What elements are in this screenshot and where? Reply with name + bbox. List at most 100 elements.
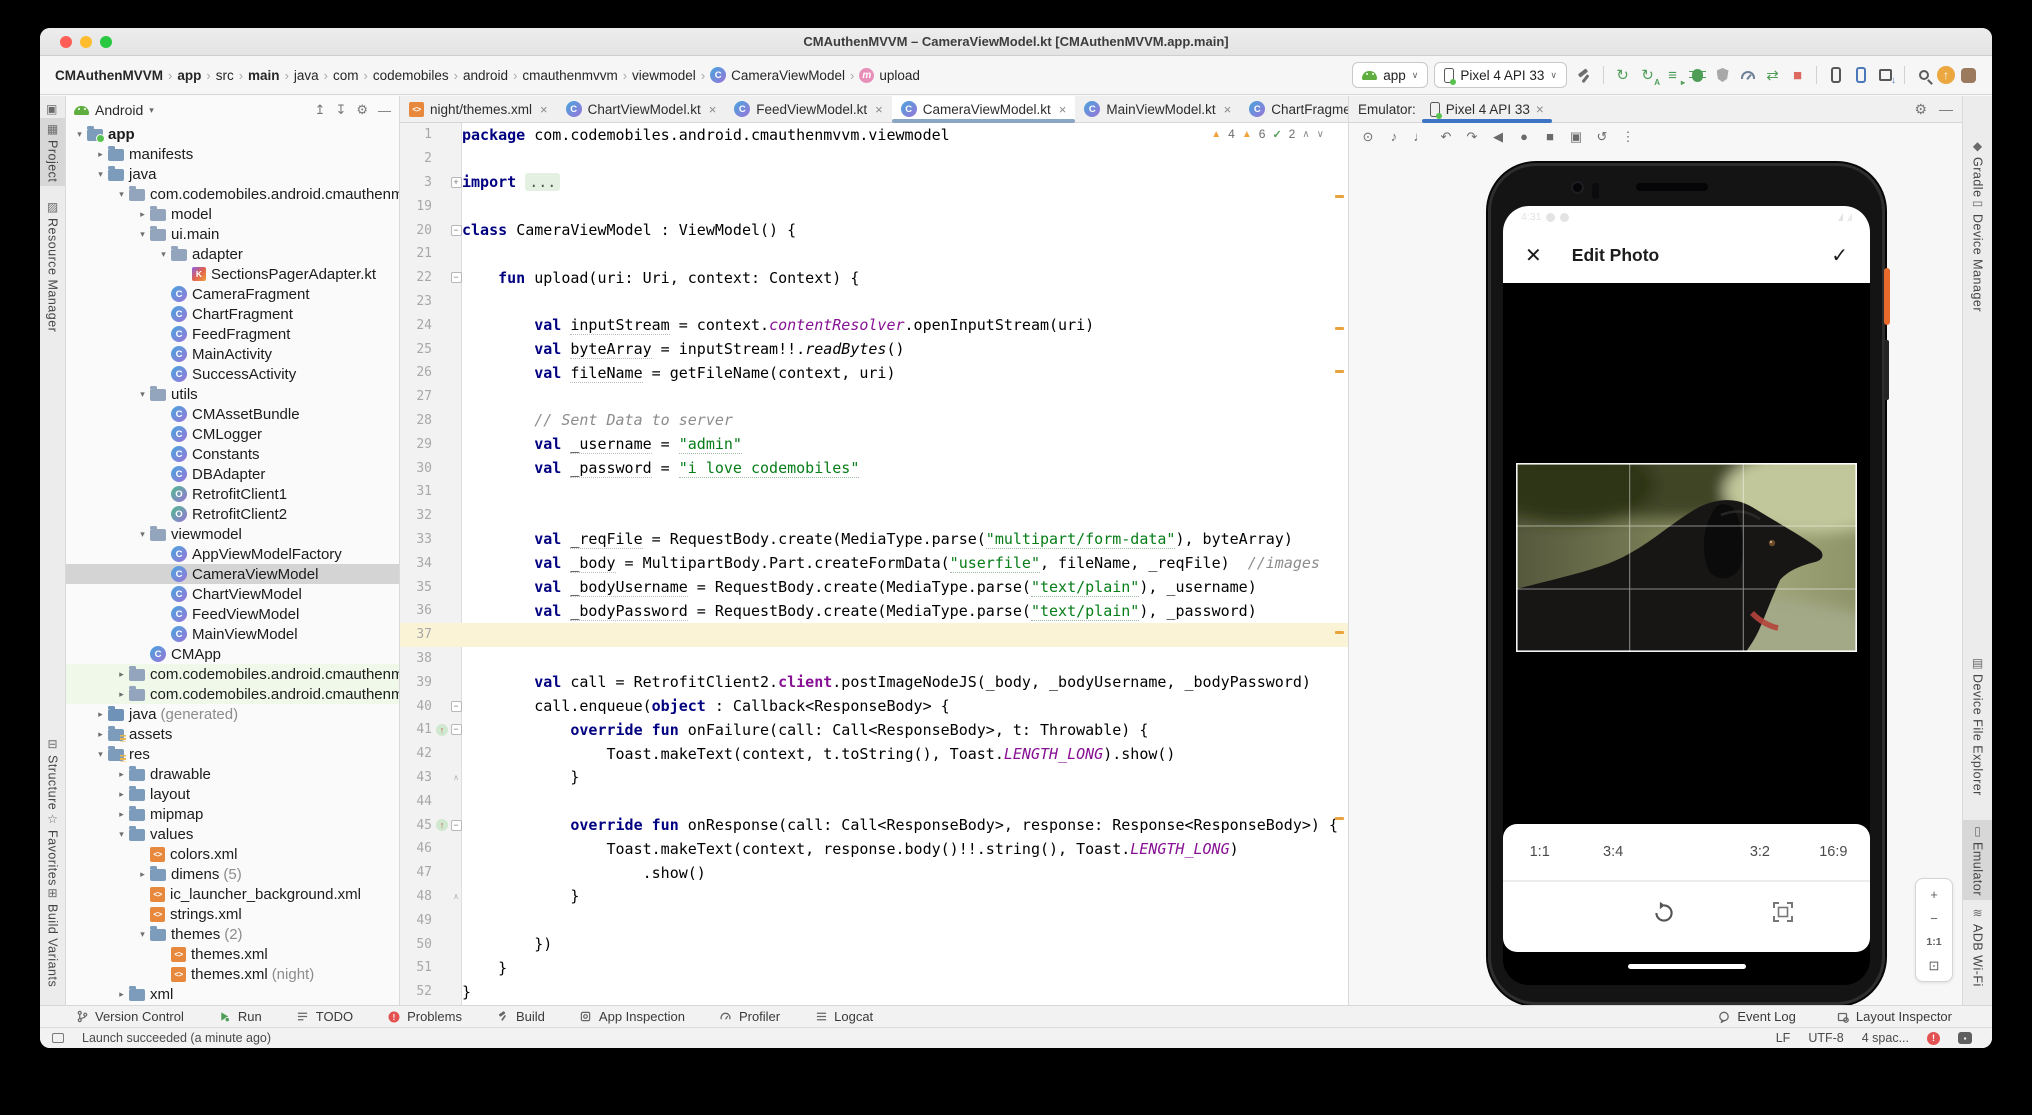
close-icon[interactable]: ×	[540, 102, 548, 117]
code-line-51[interactable]: 51 }	[400, 956, 1348, 980]
error-stripe-mark[interactable]	[1335, 370, 1344, 373]
error-stripe-mark[interactable]	[1335, 195, 1344, 198]
close-icon[interactable]: ×	[1536, 102, 1544, 117]
tree-item-retrofitclient1[interactable]: ORetrofitClient1	[66, 484, 399, 504]
tool-window-switcher-icon[interactable]: ▣	[46, 102, 57, 116]
tree-chevron-icon[interactable]: ▾	[156, 249, 171, 260]
code-line-28[interactable]: 28 // Sent Data to server	[400, 409, 1348, 433]
toolwindow-event-log[interactable]: Event Log	[1717, 1009, 1796, 1024]
code-line-43[interactable]: 43∧ }	[400, 766, 1348, 790]
tab-mainviewmodel-kt[interactable]: CMainViewModel.kt×	[1075, 96, 1240, 122]
code-line-37[interactable]: 37	[400, 623, 1348, 647]
tree-item-viewmodel[interactable]: ▾viewmodel	[66, 524, 399, 544]
zoom-reset-button[interactable]: 1:1	[1921, 931, 1947, 953]
overview-icon[interactable]: ■	[1541, 129, 1559, 144]
tab-chartviewmodel-kt[interactable]: CChartViewModel.kt×	[557, 96, 726, 122]
toolwindow-logcat[interactable]: Logcat	[814, 1009, 873, 1024]
tree-item-com-codemobiles-android-cmauthenmvvm[interactable]: ▾com.codemobiles.android.cmauthenmvvm	[66, 184, 399, 204]
code-line-40[interactable]: 40− call.enqueue(object : Callback<Respo…	[400, 694, 1348, 718]
tree-item-constants[interactable]: CConstants	[66, 444, 399, 464]
breadcrumb-cmauthenmvvm[interactable]: cmauthenmvvm	[519, 67, 620, 84]
code-line-41[interactable]: 41↑− override fun onFailure(call: Call<R…	[400, 718, 1348, 742]
tree-item-cmapp[interactable]: CCMApp	[66, 644, 399, 664]
left-strip-item-build-variants[interactable]: ⊞Build Variants	[40, 882, 65, 991]
code-line-34[interactable]: 34 val _body = MultipartBody.Part.create…	[400, 551, 1348, 575]
toolwindow-run[interactable]: Run	[218, 1009, 262, 1024]
tree-item-values[interactable]: ▾values	[66, 824, 399, 844]
tree-item-ic-launcher-background-xml[interactable]: <>ic_launcher_background.xml	[66, 884, 399, 904]
code-line-47[interactable]: 47 .show()	[400, 861, 1348, 885]
search-everywhere-icon[interactable]	[1912, 64, 1935, 86]
tree-item-mainviewmodel[interactable]: CMainViewModel	[66, 624, 399, 644]
tree-chevron-icon[interactable]: ▾	[114, 189, 129, 200]
close-icon[interactable]: ×	[709, 102, 717, 117]
fold-minus-icon[interactable]: −	[450, 701, 462, 712]
left-strip-item-structure[interactable]: ⊟Structure	[40, 733, 65, 814]
left-strip-item-resource-manager[interactable]: ▨Resource Manager	[40, 196, 65, 336]
tree-chevron-icon[interactable]: ▸	[114, 789, 129, 800]
breadcrumb-codemobiles[interactable]: codemobiles	[370, 67, 452, 84]
tree-chevron-icon[interactable]: ▸	[114, 769, 129, 780]
tree-item-dimens[interactable]: ▸dimens (5)	[66, 864, 399, 884]
tree-chevron-icon[interactable]: ▸	[114, 689, 129, 700]
fold-end-icon[interactable]: ∧	[450, 892, 462, 901]
run-config-selector[interactable]: app ∨	[1352, 62, 1428, 88]
power-icon[interactable]: ⊙	[1359, 129, 1377, 145]
tree-chevron-icon[interactable]: ▾	[135, 229, 150, 240]
apply-changes-restart-icon[interactable]: ↻	[1611, 64, 1634, 86]
breadcrumb-upload[interactable]: mupload	[856, 67, 923, 84]
status-lf[interactable]: LF	[1776, 1031, 1791, 1045]
home-indicator[interactable]	[1628, 964, 1746, 969]
tree-item-res[interactable]: ▾res	[66, 744, 399, 764]
tree-chevron-icon[interactable]: ▸	[114, 989, 129, 1000]
tree-chevron-icon[interactable]: ▾	[135, 529, 150, 540]
tree-item-mainactivity[interactable]: CMainActivity	[66, 344, 399, 364]
close-icon[interactable]: ×	[1059, 102, 1067, 117]
tree-chevron-icon[interactable]: ▾	[135, 929, 150, 940]
tree-item-successactivity[interactable]: CSuccessActivity	[66, 364, 399, 384]
code-line-2[interactable]: 2	[400, 147, 1348, 171]
tree-item-drawable[interactable]: ▸drawable	[66, 764, 399, 784]
tree-item-com-codemobiles-android-cmauthenmvvm[interactable]: ▸com.codemobiles.android.cmauthenmvvm	[66, 684, 399, 704]
right-strip-item-device-file-explorer[interactable]: ▤Device File Explorer	[1963, 652, 1992, 800]
home-icon[interactable]: ●	[1515, 129, 1533, 144]
tree-item-appviewmodelfactory[interactable]: CAppViewModelFactory	[66, 544, 399, 564]
volume-down-icon[interactable]: ♩	[1411, 129, 1429, 144]
toolwindow-layout-inspector[interactable]: Layout Inspector	[1836, 1009, 1952, 1024]
error-stripe-mark[interactable]	[1335, 631, 1344, 634]
code-line-3[interactable]: 3+import ...	[400, 171, 1348, 195]
breadcrumb-app[interactable]: app	[174, 67, 204, 84]
debug-icon[interactable]	[1686, 64, 1709, 86]
code-line-23[interactable]: 23	[400, 290, 1348, 314]
code-line-49[interactable]: 49	[400, 908, 1348, 932]
tree-item-cameraviewmodel[interactable]: CCameraViewModel	[66, 564, 399, 584]
close-button[interactable]: ✕	[1525, 243, 1542, 268]
status-utf-8[interactable]: UTF-8	[1808, 1031, 1843, 1045]
breadcrumb-java[interactable]: java	[291, 67, 322, 84]
tree-chevron-icon[interactable]: ▸	[135, 209, 150, 220]
tree-chevron-icon[interactable]: ▾	[135, 389, 150, 400]
toolwindow-todo[interactable]: TODO	[296, 1009, 353, 1024]
tree-item-mipmap[interactable]: ▸mipmap	[66, 804, 399, 824]
fold-minus-icon[interactable]: −	[450, 225, 462, 236]
zoom-fit-button[interactable]: ⊡	[1921, 955, 1947, 977]
status-window-icon[interactable]	[52, 1033, 64, 1043]
more-icon[interactable]: ⋮	[1619, 129, 1637, 145]
emulator-device-tab[interactable]: Pixel 4 API 33 ×	[1422, 96, 1552, 122]
error-badge-icon[interactable]: !	[1927, 1032, 1940, 1045]
tree-item-java[interactable]: ▾java	[66, 164, 399, 184]
tab-feedviewmodel-kt[interactable]: CFeedViewModel.kt×	[725, 96, 891, 122]
notifications-icon[interactable]: ▪	[1958, 1032, 1972, 1044]
tree-item-cmassetbundle[interactable]: CCMAssetBundle	[66, 404, 399, 424]
code-line-50[interactable]: 50 })	[400, 932, 1348, 956]
zoom-in-button[interactable]: +	[1921, 883, 1947, 905]
ide-update-icon[interactable]: ↑	[1937, 66, 1955, 84]
code-line-24[interactable]: 24 val inputStream = context.contentReso…	[400, 313, 1348, 337]
override-gutter-icon[interactable]: ↑	[434, 724, 450, 736]
close-icon[interactable]: ×	[875, 102, 883, 117]
tree-item-model[interactable]: ▸model	[66, 204, 399, 224]
tree-chevron-icon[interactable]: ▸	[114, 669, 129, 680]
settings-gear-icon[interactable]: ⚙	[356, 102, 368, 118]
code-line-29[interactable]: 29 val _username = "admin"	[400, 432, 1348, 456]
status-4-spac[interactable]: 4 spac...	[1862, 1031, 1909, 1045]
